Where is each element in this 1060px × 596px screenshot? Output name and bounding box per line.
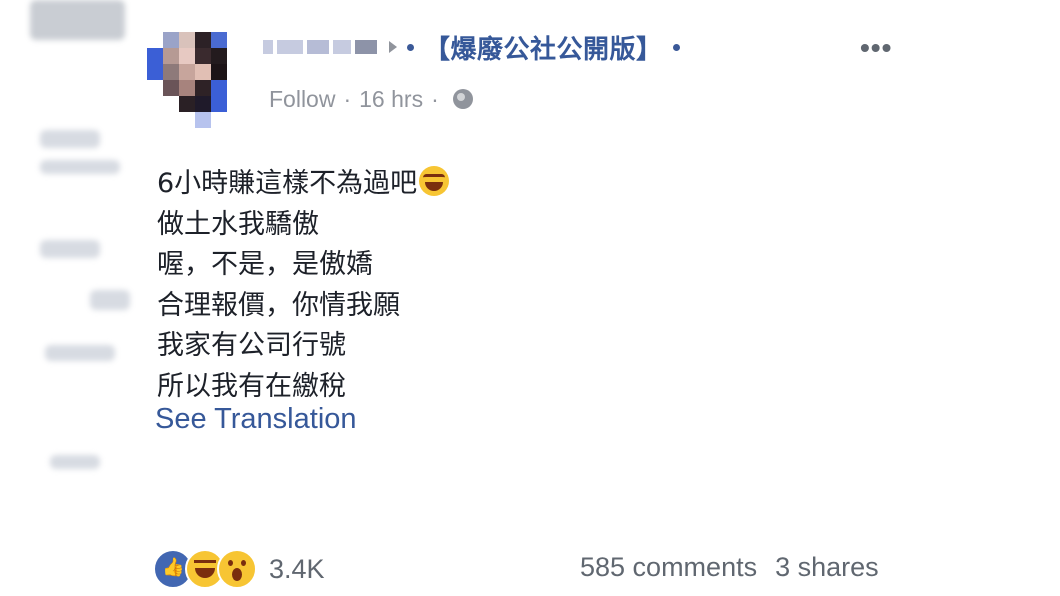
- feed-post: 【爆廢公社公開版】 Follow · 16 hrs · ••• 6小時賺這樣不為…: [135, 0, 1060, 596]
- post-meta: Follow · 16 hrs ·: [269, 84, 473, 114]
- redacted-author-name[interactable]: [263, 40, 377, 54]
- comments-count-link[interactable]: 585 comments: [580, 552, 757, 583]
- shared-to-arrow-icon: [389, 41, 397, 53]
- laughing-emoji-icon: [419, 166, 450, 196]
- background-feed-column: [0, 0, 135, 596]
- bullet-dot-icon: [672, 43, 680, 51]
- post-line: 喔，不是，是傲嬌: [157, 249, 373, 280]
- post-line: 我家有公司行號: [157, 330, 346, 361]
- reaction-count: 3.4K: [269, 553, 325, 584]
- post-line: 6小時賺這樣不為過吧: [157, 164, 757, 205]
- follow-button[interactable]: Follow: [269, 86, 335, 113]
- post-line: 做土水我驕傲: [157, 208, 319, 240]
- post-timestamp[interactable]: 16 hrs: [359, 86, 423, 113]
- engagement-counts: 585 comments 3 shares: [580, 552, 879, 583]
- meta-separator: ·: [431, 85, 439, 112]
- more-options-icon[interactable]: •••: [860, 32, 892, 64]
- group-name-link[interactable]: 【爆廢公社公開版】: [424, 29, 663, 66]
- post-body: 6小時賺這樣不為過吧 做土水我驕傲 喔，不是，是傲嬌 合理報價，你情我願 我家有…: [157, 164, 757, 407]
- avatar[interactable]: [147, 32, 243, 128]
- reactions-summary[interactable]: 3.4K: [153, 548, 325, 590]
- post-line-text: 6小時賺這樣不為過吧: [157, 168, 418, 199]
- wow-icon: [217, 549, 257, 589]
- post-header-name-row: 【爆廢公社公開版】: [263, 29, 690, 66]
- meta-separator: ·: [343, 85, 352, 112]
- see-translation-link[interactable]: See Translation: [155, 403, 357, 436]
- post-line: 所以我有在繳稅: [157, 370, 346, 402]
- globe-icon[interactable]: [452, 89, 473, 109]
- bullet-dot-icon: [407, 43, 414, 51]
- post-line: 合理報價，你情我願: [157, 289, 400, 321]
- shares-count-link[interactable]: 3 shares: [775, 552, 879, 583]
